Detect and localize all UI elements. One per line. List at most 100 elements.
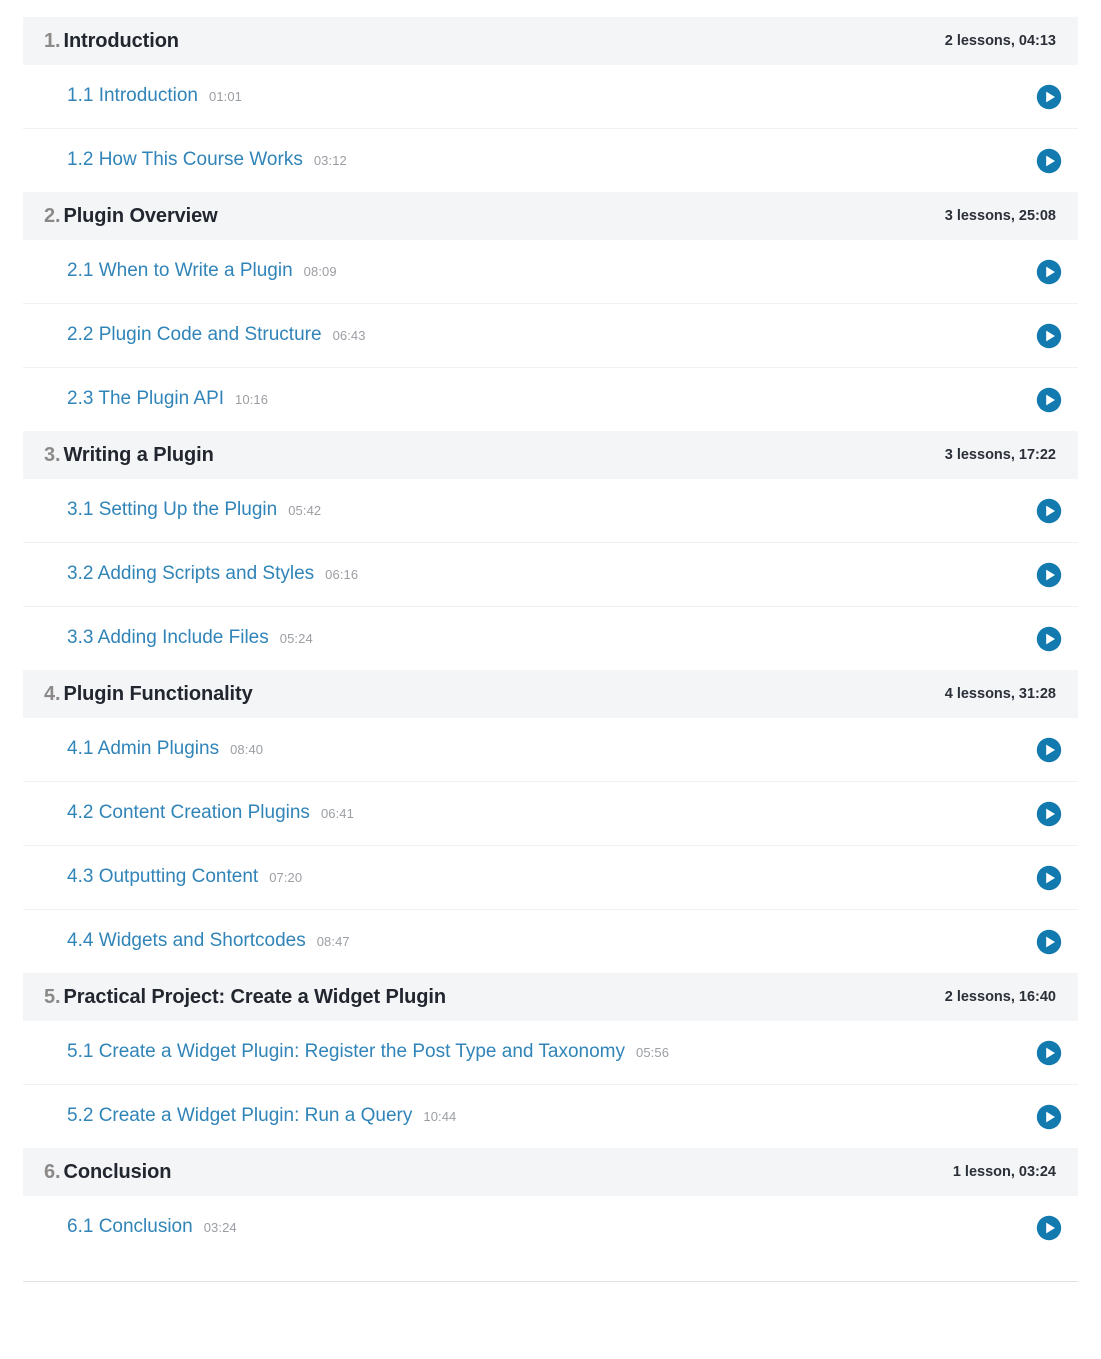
lesson-title-link[interactable]: 3.2 Adding Scripts and Styles — [67, 561, 314, 587]
lesson-duration: 06:43 — [332, 328, 366, 343]
lesson-row[interactable]: 2.2 Plugin Code and Structure 06:43 — [23, 304, 1078, 368]
section-header[interactable]: 1. Introduction 2 lessons, 04:13 — [23, 17, 1078, 65]
lesson-row[interactable]: 1.1 Introduction 01:01 — [23, 65, 1078, 129]
section-lesson-count: 3 lessons, 17:22 — [944, 447, 1056, 463]
lesson-row[interactable]: 6.1 Conclusion 03:24 — [23, 1196, 1078, 1259]
play-circle-icon[interactable] — [1036, 562, 1068, 588]
section-number: 6. — [44, 1161, 61, 1183]
lesson-title-link[interactable]: 3.1 Setting Up the Plugin — [67, 497, 277, 523]
curriculum-section: 5. Practical Project: Create a Widget Plu… — [0, 973, 1101, 1148]
lesson-title-link[interactable]: 4.3 Outputting Content — [67, 864, 258, 890]
lesson-info: 4.1 Admin Plugins 08:40 — [67, 736, 263, 763]
section-header[interactable]: 3. Writing a Plugin 3 lessons, 17:22 — [23, 431, 1078, 479]
lesson-list: 2.1 When to Write a Plugin 08:09 2.2 Plugi… — [0, 240, 1101, 431]
lesson-info: 3.3 Adding Include Files 05:24 — [67, 625, 313, 652]
section-title-text: Plugin Functionality — [63, 683, 253, 705]
lesson-row[interactable]: 3.2 Adding Scripts and Styles 06:16 — [23, 543, 1078, 607]
section-title: 4. Plugin Functionality — [44, 682, 253, 706]
lesson-duration: 03:24 — [203, 1220, 237, 1235]
lesson-title-link[interactable]: 5.2 Create a Widget Plugin: Run a Query — [67, 1103, 412, 1129]
section-lesson-count: 4 lessons, 31:28 — [944, 686, 1056, 702]
play-circle-icon[interactable] — [1036, 737, 1068, 763]
curriculum-section: 3. Writing a Plugin 3 lessons, 17:22 3.1 Se… — [0, 431, 1101, 670]
lesson-row[interactable]: 5.2 Create a Widget Plugin: Run a Query 1… — [23, 1085, 1078, 1148]
curriculum-section: 4. Plugin Functionality 4 lessons, 31:28 4.… — [0, 670, 1101, 973]
lesson-duration: 06:41 — [320, 806, 354, 821]
section-title: 5. Practical Project: Create a Widget Plu… — [44, 985, 446, 1009]
lesson-duration: 01:01 — [208, 89, 243, 104]
lesson-row[interactable]: 2.1 When to Write a Plugin 08:09 — [23, 240, 1078, 304]
lesson-duration: 08:40 — [230, 742, 264, 757]
lesson-title-link[interactable]: 6.1 Conclusion — [67, 1214, 193, 1240]
play-circle-icon[interactable] — [1036, 498, 1068, 524]
lesson-title-link[interactable]: 1.2 How This Course Works — [67, 147, 303, 173]
lesson-title-link[interactable]: 1.1 Introduction — [67, 83, 198, 109]
section-title-text: Introduction — [63, 30, 179, 52]
lesson-list: 3.1 Setting Up the Plugin 05:42 3.2 Adding… — [0, 479, 1101, 670]
lesson-row[interactable]: 3.1 Setting Up the Plugin 05:42 — [23, 479, 1078, 543]
lesson-title-link[interactable]: 2.2 Plugin Code and Structure — [67, 322, 322, 348]
section-header[interactable]: 6. Conclusion 1 lesson, 03:24 — [23, 1148, 1078, 1196]
section-number: 4. — [44, 683, 61, 705]
lesson-info: 4.2 Content Creation Plugins 06:41 — [67, 800, 354, 827]
lesson-info: 5.1 Create a Widget Plugin: Register the… — [67, 1039, 669, 1066]
lesson-info: 6.1 Conclusion 03:24 — [67, 1214, 237, 1241]
lesson-duration: 07:20 — [269, 870, 303, 885]
lesson-list: 6.1 Conclusion 03:24 — [0, 1196, 1101, 1259]
play-circle-icon[interactable] — [1036, 323, 1068, 349]
lesson-info: 3.2 Adding Scripts and Styles 06:16 — [67, 561, 358, 588]
play-circle-icon[interactable] — [1036, 1104, 1068, 1130]
section-header[interactable]: 5. Practical Project: Create a Widget Plu… — [23, 973, 1078, 1021]
section-title-text: Conclusion — [63, 1161, 172, 1183]
lesson-title-link[interactable]: 4.1 Admin Plugins — [67, 736, 219, 762]
play-circle-icon[interactable] — [1036, 84, 1068, 110]
curriculum-section: 6. Conclusion 1 lesson, 03:24 6.1 Conclusio… — [0, 1148, 1101, 1259]
lesson-row[interactable]: 2.3 The Plugin API 10:16 — [23, 368, 1078, 431]
section-title-text: Plugin Overview — [63, 205, 218, 227]
section-number: 1. — [44, 30, 61, 52]
play-circle-icon[interactable] — [1036, 929, 1068, 955]
lesson-title-link[interactable]: 4.4 Widgets and Shortcodes — [67, 928, 306, 954]
lesson-info: 1.1 Introduction 01:01 — [67, 83, 242, 110]
lesson-row[interactable]: 4.3 Outputting Content 07:20 — [23, 846, 1078, 910]
lesson-duration: 03:12 — [313, 153, 347, 168]
section-number: 5. — [44, 986, 61, 1008]
lesson-title-link[interactable]: 4.2 Content Creation Plugins — [67, 800, 310, 826]
section-header[interactable]: 2. Plugin Overview 3 lessons, 25:08 — [23, 192, 1078, 240]
lesson-title-link[interactable]: 2.3 The Plugin API — [67, 386, 224, 412]
play-circle-icon[interactable] — [1036, 259, 1068, 285]
lesson-title-link[interactable]: 2.1 When to Write a Plugin — [67, 258, 293, 284]
lesson-info: 3.1 Setting Up the Plugin 05:42 — [67, 497, 321, 524]
lesson-info: 4.3 Outputting Content 07:20 — [67, 864, 302, 891]
section-header[interactable]: 4. Plugin Functionality 4 lessons, 31:28 — [23, 670, 1078, 718]
play-circle-icon[interactable] — [1036, 387, 1068, 413]
lesson-row[interactable]: 3.3 Adding Include Files 05:24 — [23, 607, 1078, 670]
curriculum-section: 2. Plugin Overview 3 lessons, 25:08 2.1 Whe… — [0, 192, 1101, 431]
lesson-row[interactable]: 1.2 How This Course Works 03:12 — [23, 129, 1078, 192]
lesson-duration: 06:16 — [325, 567, 359, 582]
lesson-list: 5.1 Create a Widget Plugin: Register the… — [0, 1021, 1101, 1148]
play-circle-icon[interactable] — [1036, 1215, 1068, 1241]
lesson-row[interactable]: 5.1 Create a Widget Plugin: Register the… — [23, 1021, 1078, 1085]
curriculum-bottom-divider — [23, 1281, 1078, 1282]
lesson-row[interactable]: 4.4 Widgets and Shortcodes 08:47 — [23, 910, 1078, 973]
play-circle-icon[interactable] — [1036, 626, 1068, 652]
lesson-title-link[interactable]: 3.3 Adding Include Files — [67, 625, 269, 651]
lesson-row[interactable]: 4.1 Admin Plugins 08:40 — [23, 718, 1078, 782]
lesson-duration: 08:47 — [316, 934, 350, 949]
play-circle-icon[interactable] — [1036, 148, 1068, 174]
lesson-duration: 05:24 — [279, 631, 313, 646]
play-circle-icon[interactable] — [1036, 1040, 1068, 1066]
lesson-row[interactable]: 4.2 Content Creation Plugins 06:41 — [23, 782, 1078, 846]
lesson-title-link[interactable]: 5.1 Create a Widget Plugin: Register the… — [67, 1039, 625, 1065]
lesson-duration: 05:42 — [288, 503, 322, 518]
section-lesson-count: 1 lesson, 03:24 — [952, 1164, 1056, 1180]
curriculum-section: 1. Introduction 2 lessons, 04:13 1.1 Introd… — [0, 17, 1101, 192]
section-title: 6. Conclusion — [44, 1160, 171, 1184]
play-circle-icon[interactable] — [1036, 865, 1068, 891]
section-lesson-count: 3 lessons, 25:08 — [944, 208, 1056, 224]
lesson-list: 4.1 Admin Plugins 08:40 4.2 Content Creati… — [0, 718, 1101, 973]
section-title-text: Writing a Plugin — [63, 444, 214, 466]
play-circle-icon[interactable] — [1036, 801, 1068, 827]
lesson-list: 1.1 Introduction 01:01 1.2 How This Course… — [0, 65, 1101, 192]
